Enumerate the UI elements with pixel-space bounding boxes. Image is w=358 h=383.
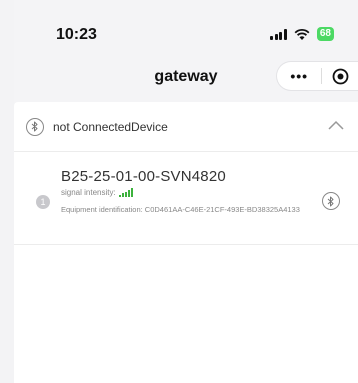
signal-label: signal intensity: xyxy=(61,188,116,197)
section-header[interactable]: not ConnectedDevice xyxy=(14,102,358,152)
wifi-icon xyxy=(294,28,310,40)
capsule-menu: ••• xyxy=(276,61,358,91)
device-index-badge: 1 xyxy=(36,195,50,209)
status-bar: 10:23 68 xyxy=(14,0,358,56)
section-title: not ConnectedDevice xyxy=(53,119,168,134)
status-icons: 68 xyxy=(270,27,334,41)
more-button[interactable]: ••• xyxy=(277,68,321,84)
close-button[interactable] xyxy=(322,68,358,85)
device-card: not ConnectedDevice 1 B25-25-01-00-SVN48… xyxy=(14,102,358,383)
signal-strength-icon xyxy=(118,188,133,197)
bluetooth-icon[interactable] xyxy=(322,192,340,210)
battery-indicator: 68 xyxy=(316,27,334,41)
device-identification: Equipment identification: C0D461AA-C46E-… xyxy=(61,205,300,214)
bluetooth-icon xyxy=(26,117,44,136)
phone-screen: 10:23 68 gateway ••• not ConnectedDevice… xyxy=(14,0,358,383)
status-time: 10:23 xyxy=(56,26,97,43)
device-name: B25-25-01-00-SVN4820 xyxy=(61,168,226,185)
close-target-icon xyxy=(332,68,349,84)
device-signal: signal intensity: xyxy=(61,188,133,197)
signal-icon xyxy=(270,28,287,40)
device-row[interactable]: 1 B25-25-01-00-SVN4820 signal intensity:… xyxy=(14,153,358,245)
chevron-up-icon[interactable] xyxy=(328,120,344,130)
nav-bar: gateway ••• xyxy=(14,56,358,96)
more-icon: ••• xyxy=(290,68,309,84)
